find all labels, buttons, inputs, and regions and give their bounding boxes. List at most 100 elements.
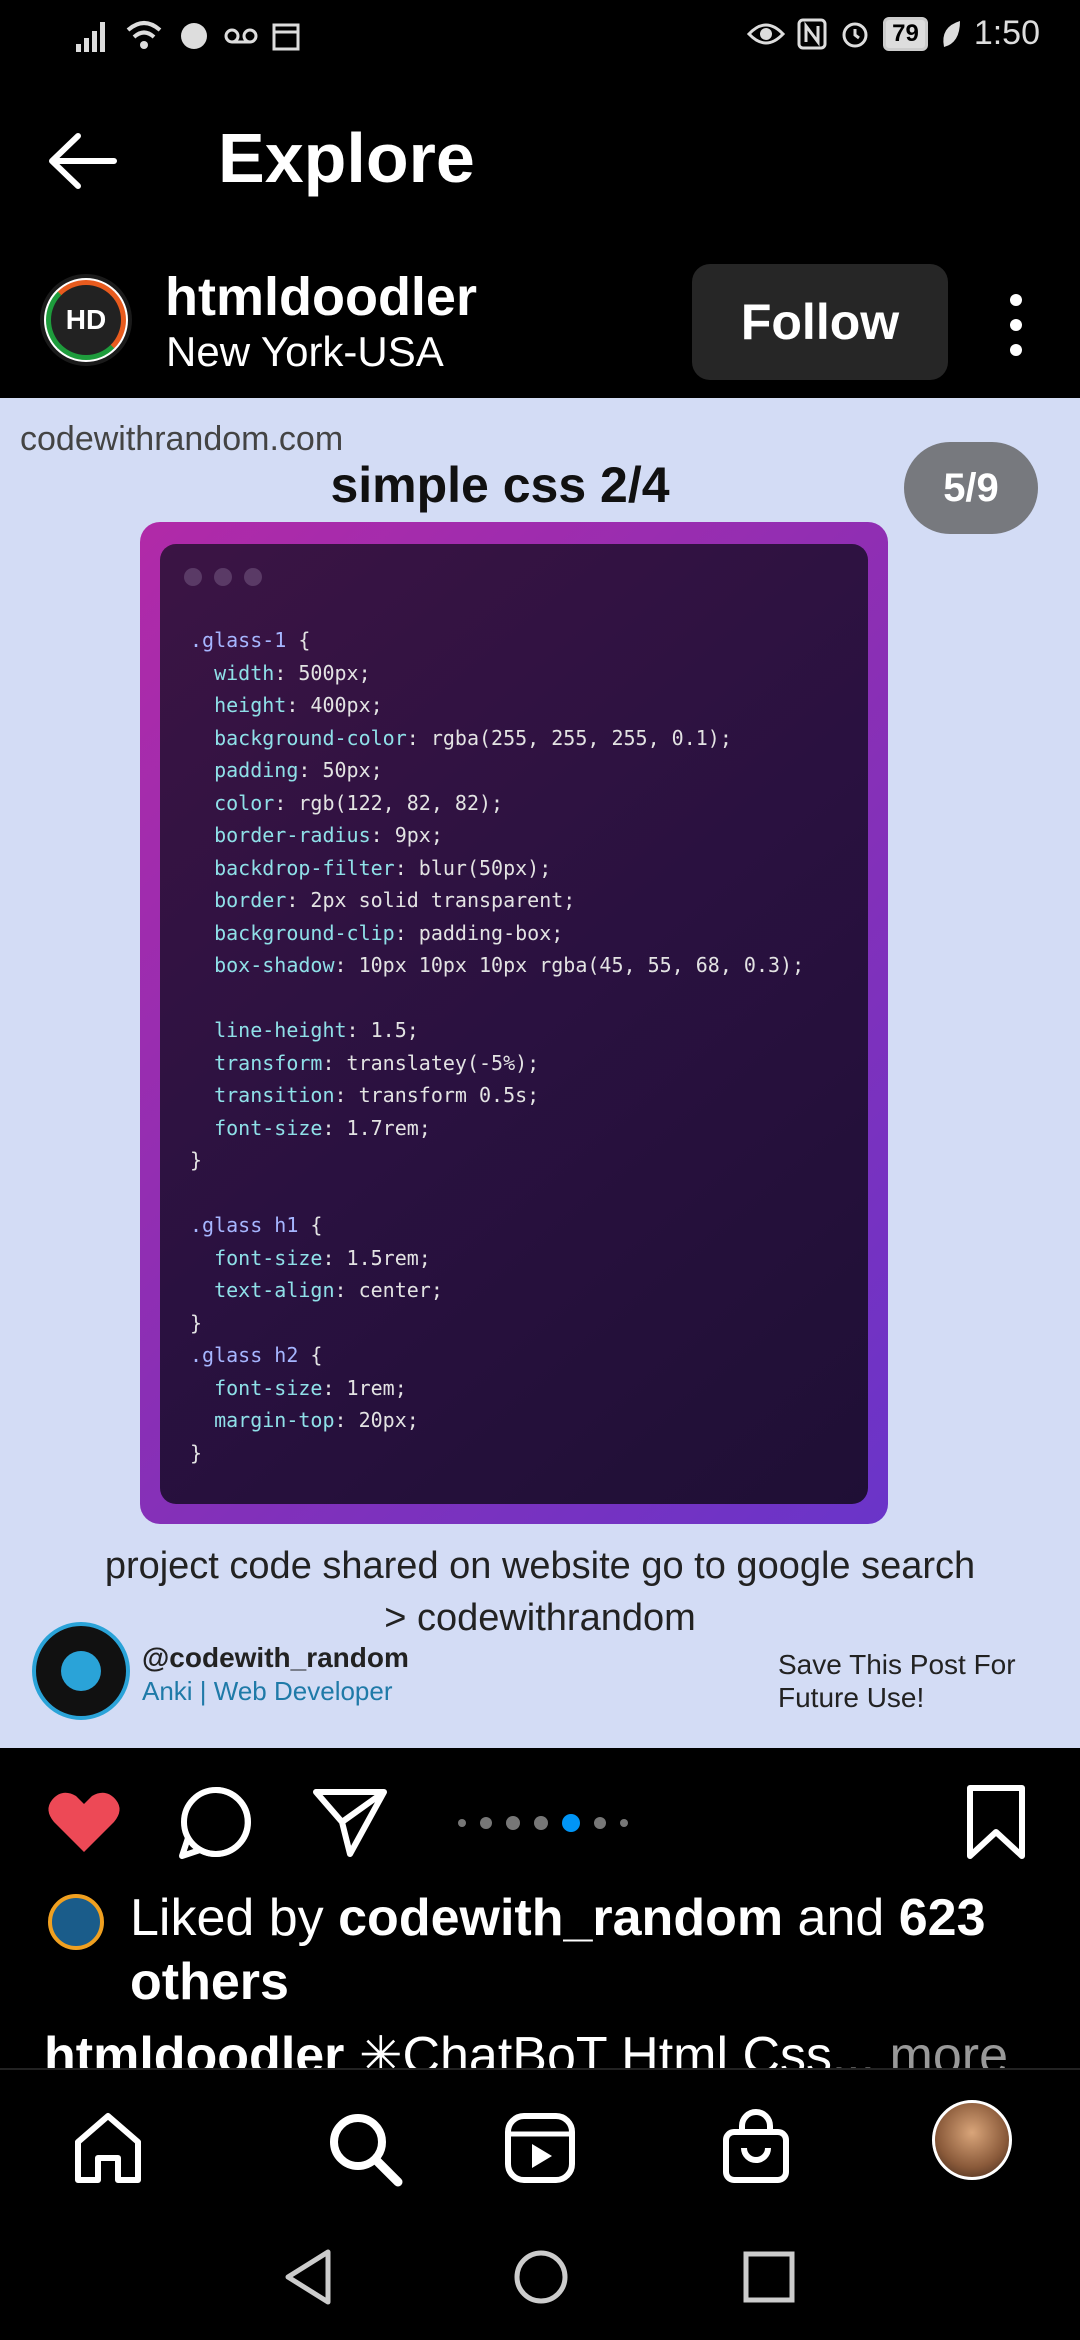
code-line: font-size: 1.5rem;: [214, 1245, 431, 1270]
code-line: border-radius: 9px;: [214, 823, 443, 847]
code-line: padding: 50px;: [214, 758, 383, 782]
credit-avatar: [32, 1622, 130, 1720]
carousel-dot: [506, 1816, 520, 1830]
save-note: Save This Post For Future Use!: [778, 1648, 1016, 1714]
author-username[interactable]: htmldoodler: [165, 266, 477, 328]
window-dot-icon: [184, 568, 202, 586]
comment-icon[interactable]: [176, 1782, 256, 1862]
reels-icon[interactable]: [500, 2108, 580, 2188]
wifi-icon: [126, 21, 162, 49]
alarm-icon: [842, 22, 868, 47]
code-line: box-shadow: 10px 10px 10px rgba(45, 55, …: [214, 953, 805, 977]
code-window-frame: .glass-1 { width: 500px; height: 400px; …: [140, 522, 888, 1524]
likes-user[interactable]: codewith_random: [338, 1889, 783, 1947]
likes-section: Liked by codewith_random and 623 others: [0, 1880, 1080, 2020]
status-right-icons: 79 1:50: [747, 14, 1040, 53]
code-window: .glass-1 { width: 500px; height: 400px; …: [160, 544, 868, 1504]
author-avatar-logo: HD: [46, 280, 126, 360]
code-line: .glass h1 {: [190, 1213, 323, 1237]
top-header: Explore: [0, 100, 1080, 220]
likes-conjunction: and: [797, 1889, 885, 1947]
carousel-dot: [458, 1819, 466, 1827]
home-icon[interactable]: [68, 2108, 148, 2188]
nfc-icon: [797, 18, 827, 49]
system-recents-icon[interactable]: [734, 2242, 804, 2312]
share-send-icon[interactable]: [310, 1782, 390, 1862]
bookmark-icon[interactable]: [956, 1782, 1036, 1862]
liker-avatar[interactable]: [48, 1894, 104, 1950]
credit-role: Anki | Web Developer: [142, 1676, 393, 1706]
slide-counter: 5/9: [904, 442, 1038, 534]
code-line: transition: transform 0.5s;: [214, 1083, 540, 1107]
battery-indicator: 79: [883, 16, 928, 51]
shop-bag-icon[interactable]: [716, 2108, 796, 2188]
more-options-icon[interactable]: [996, 290, 1036, 360]
status-left-icons: [76, 18, 300, 54]
code-line: color: rgb(122, 82, 82);: [214, 790, 504, 815]
post-caption[interactable]: htmldoodler ✳ChatBoT Html Css ... more: [44, 2024, 1044, 2070]
post-location[interactable]: New York-USA: [166, 328, 444, 376]
caption-more-link[interactable]: ... more: [832, 2024, 1008, 2070]
code-line: margin-top: 20px;: [214, 1408, 419, 1432]
code-line: border: 2px solid transparent;: [214, 888, 576, 912]
voicemail-icon: [224, 28, 258, 44]
code-line: }: [190, 1310, 203, 1335]
page-title: Explore: [218, 119, 475, 197]
code-line: font-size: 1.7rem;: [214, 1115, 431, 1140]
post-header: HD htmldoodler New York-USA Follow: [0, 250, 1080, 390]
eye-icon: [747, 23, 786, 44]
messenger-icon: [181, 23, 207, 49]
code-line: height: 400px;: [214, 693, 383, 717]
slide-caption: project code shared on website go to goo…: [40, 1540, 1040, 1644]
carousel-dot: [620, 1819, 628, 1827]
code-line: background-color: rgba(255, 255, 255, 0.…: [214, 725, 732, 750]
carousel-indicator: [458, 1814, 628, 1832]
slide-caption-line2: > codewithrandom: [384, 1597, 696, 1639]
system-navigation: [0, 2220, 1080, 2340]
code-line: transform: translatey(-5%);: [214, 1050, 540, 1075]
slide-title: simple css 2/4: [330, 457, 670, 513]
carousel-dot: [480, 1817, 492, 1829]
person-silhouette-icon: [61, 1651, 101, 1691]
caption-text: ✳ChatBoT Html Css: [358, 2027, 833, 2070]
system-home-icon[interactable]: [506, 2242, 576, 2312]
window-dots: [184, 568, 262, 586]
status-time: 1:50: [973, 14, 1040, 52]
likes-prefix: Liked by: [130, 1889, 324, 1947]
calendar-icon: [272, 23, 300, 51]
slide-caption-line1: project code shared on website go to goo…: [104, 1545, 976, 1587]
system-back-icon[interactable]: [274, 2242, 344, 2312]
signal-icon: [76, 22, 105, 52]
code-line: .glass-1 {: [190, 628, 311, 652]
slide-website: codewithrandom.com: [20, 420, 344, 458]
back-arrow-icon[interactable]: [44, 126, 124, 196]
like-heart-icon[interactable]: [44, 1782, 124, 1862]
code-line: background-clip: padding-box;: [214, 920, 564, 945]
search-icon[interactable]: [324, 2108, 404, 2188]
follow-button[interactable]: Follow: [692, 264, 948, 380]
author-avatar[interactable]: HD: [40, 274, 132, 366]
code-line: width: 500px;: [214, 660, 371, 685]
code-line: backdrop-filter: blur(50px);: [214, 855, 552, 880]
code-line: font-size: 1rem;: [214, 1375, 407, 1400]
post-actions: [0, 1770, 1080, 1870]
code-block: .glass-1 { width: 500px; height: 400px; …: [190, 624, 804, 1469]
post-image[interactable]: codewithrandom.com simple css 2/4 5/9 .g…: [0, 398, 1080, 1748]
code-line: line-height: 1.5;: [214, 1018, 419, 1042]
carousel-dot: [594, 1817, 606, 1829]
likes-text[interactable]: Liked by codewith_random and 623 others: [130, 1886, 1030, 2014]
credit-handle: @codewith_random: [142, 1642, 409, 1673]
window-dot-icon: [244, 568, 262, 586]
profile-avatar[interactable]: [932, 2100, 1012, 2180]
bottom-navigation: [0, 2068, 1080, 2220]
likes-suffix: others: [130, 1953, 289, 2011]
caption-username[interactable]: htmldoodler: [44, 2027, 344, 2070]
save-note-line1: Save This Post For: [778, 1649, 1016, 1680]
code-line: }: [190, 1440, 203, 1465]
carousel-dot: [534, 1816, 548, 1830]
code-line: .glass h2 {: [190, 1343, 323, 1367]
code-line: }: [190, 1148, 203, 1172]
code-line: text-align: center;: [214, 1278, 443, 1302]
likes-count: 623: [898, 1889, 986, 1947]
